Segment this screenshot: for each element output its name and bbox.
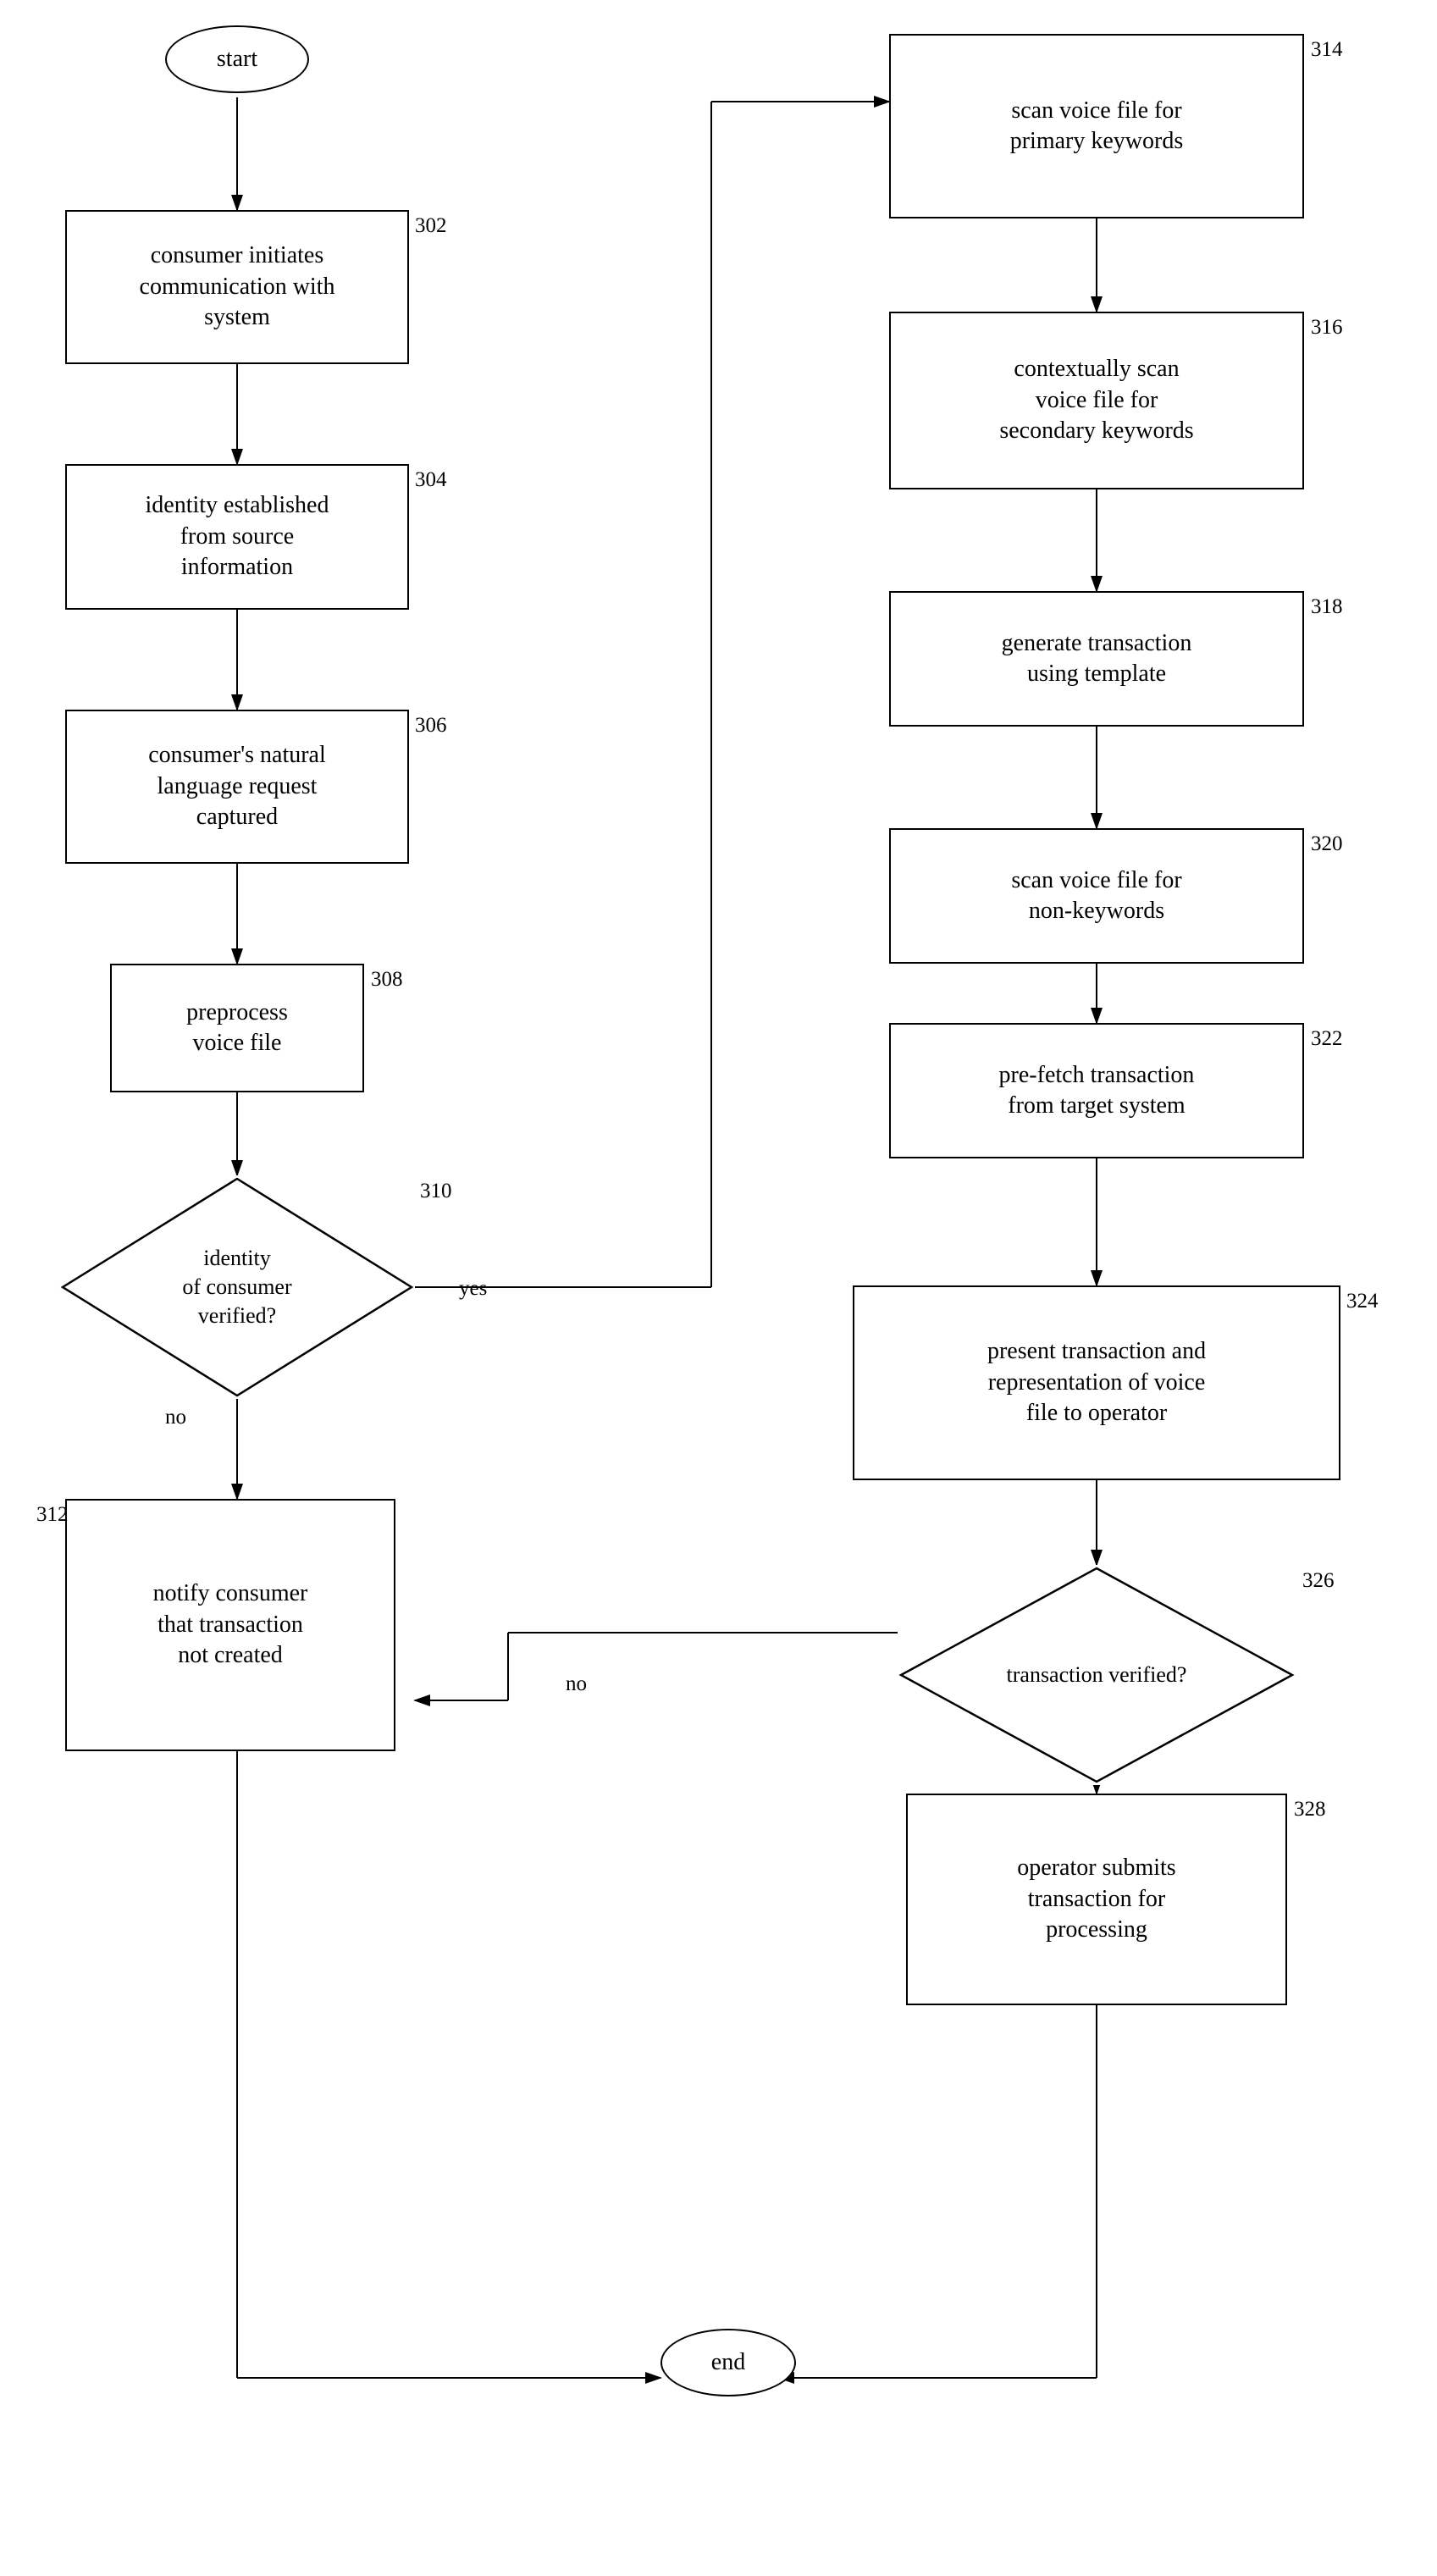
start-node: start: [165, 25, 309, 93]
label-no-310: no: [165, 1406, 186, 1429]
node-310: identity of consumer verified?: [59, 1175, 415, 1399]
ref-318: 318: [1311, 595, 1343, 619]
ref-328: 328: [1294, 1798, 1326, 1821]
node-306: consumer's natural language request capt…: [65, 710, 409, 864]
node-302: consumer initiates communication with sy…: [65, 210, 409, 364]
ref-310: 310: [420, 1180, 452, 1203]
node-320: scan voice file for non-keywords: [889, 828, 1304, 964]
node-318: generate transaction using template: [889, 591, 1304, 727]
node-304: identity established from source informa…: [65, 464, 409, 610]
node-316: contextually scan voice file for seconda…: [889, 312, 1304, 489]
ref-322: 322: [1311, 1027, 1343, 1051]
label-no-326: no: [566, 1672, 587, 1696]
node-326: transaction verified?: [898, 1565, 1296, 1785]
node-324: present transaction and representation o…: [853, 1285, 1340, 1480]
node-322: pre-fetch transaction from target system: [889, 1023, 1304, 1158]
flowchart: start consumer initiates communication w…: [0, 0, 1437, 2576]
ref-314: 314: [1311, 38, 1343, 62]
node-308: preprocess voice file: [110, 964, 364, 1092]
node-314: scan voice file for primary keywords: [889, 34, 1304, 218]
label-yes-310: yes: [459, 1277, 487, 1301]
end-node: end: [660, 2329, 796, 2396]
ref-320: 320: [1311, 832, 1343, 856]
ref-312: 312: [36, 1503, 69, 1527]
ref-308: 308: [371, 968, 403, 992]
ref-326: 326: [1302, 1569, 1335, 1593]
ref-302: 302: [415, 214, 447, 238]
ref-306: 306: [415, 714, 447, 738]
ref-304: 304: [415, 468, 447, 492]
ref-316: 316: [1311, 316, 1343, 340]
node-328: operator submits transaction for process…: [906, 1794, 1287, 2005]
ref-324: 324: [1346, 1290, 1379, 1313]
node-312: notify consumer that transaction not cre…: [65, 1499, 395, 1751]
